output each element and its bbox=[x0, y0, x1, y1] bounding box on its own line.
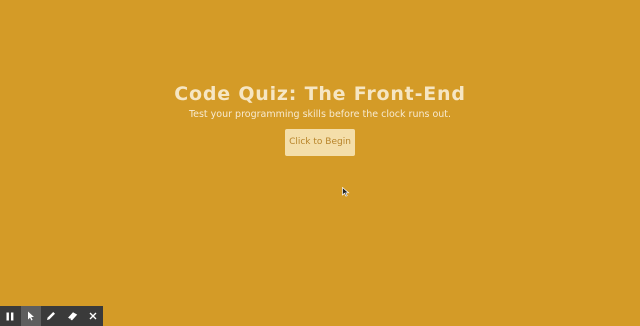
annotation-toolbar bbox=[0, 306, 103, 326]
begin-quiz-button[interactable]: Click to Begin bbox=[285, 129, 355, 156]
pencil-icon bbox=[47, 312, 56, 320]
pencil-tool-button[interactable] bbox=[41, 306, 62, 326]
mouse-cursor-icon bbox=[342, 187, 350, 197]
pause-icon bbox=[6, 312, 14, 320]
close-icon bbox=[89, 312, 97, 320]
pointer-icon bbox=[27, 311, 34, 321]
page-subtitle: Test your programming skills before the … bbox=[188, 109, 452, 120]
close-toolbar-button[interactable] bbox=[82, 306, 103, 326]
eraser-tool-button[interactable] bbox=[62, 306, 83, 326]
pointer-tool-button[interactable] bbox=[20, 306, 42, 326]
eraser-icon bbox=[67, 312, 77, 321]
page-title: Code Quiz: The Front-End bbox=[174, 83, 466, 105]
pause-button[interactable] bbox=[0, 306, 21, 326]
